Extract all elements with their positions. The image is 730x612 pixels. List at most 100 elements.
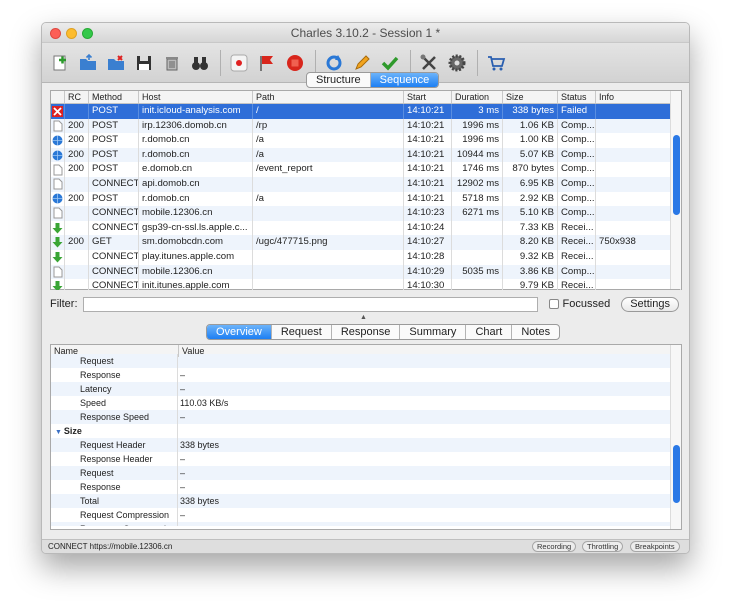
- cell-status: Comp...: [558, 176, 596, 192]
- sequence-table: RC Method Host Path Start Duration Size …: [50, 90, 682, 290]
- table-row[interactable]: POST init.icloud-analysis.com/14:10:21 3 m…: [51, 104, 681, 119]
- col-size[interactable]: Size: [503, 91, 558, 103]
- cell-host: play.itunes.apple.com: [139, 249, 253, 265]
- cell-start: 14:10:21: [404, 118, 452, 134]
- cell-path: [253, 279, 404, 290]
- disclosure-triangle-icon[interactable]: ▼: [55, 429, 64, 436]
- cell-host: init.icloud-analysis.com: [139, 104, 253, 119]
- col-method[interactable]: Method: [89, 91, 139, 103]
- overview-row[interactable]: Speed 110.03 KB/s: [51, 396, 681, 410]
- table-row[interactable]: 200 POST e.domob.cn/event_report 14:10:21 17…: [51, 162, 681, 177]
- recording-button[interactable]: Recording: [532, 541, 577, 552]
- table-row[interactable]: CONNECT play.itunes.apple.com 14:10:28 9.32…: [51, 249, 681, 265]
- cell-start: 14:10:27: [404, 235, 452, 250]
- cell-start: 14:10:21: [404, 191, 452, 207]
- filter-input[interactable]: [82, 296, 538, 312]
- cell-method: POST: [89, 162, 139, 177]
- table-row[interactable]: 200 POST r.domob.cn/a 14:10:21 10944 ms 5.07 …: [51, 147, 681, 163]
- col-start[interactable]: Start: [404, 91, 452, 103]
- overview-row[interactable]: Response –: [51, 480, 681, 494]
- repeat-icon[interactable]: [322, 51, 346, 75]
- col-rc[interactable]: RC: [65, 91, 89, 103]
- overview-value: [178, 354, 681, 368]
- cell-info: [596, 147, 681, 163]
- edit-pencil-icon[interactable]: [350, 51, 374, 75]
- cell-status: Comp...: [558, 206, 596, 221]
- cell-start: 14:10:21: [404, 176, 452, 192]
- table-row[interactable]: 200 POST r.domob.cn/a 14:10:21 1996 ms 1.00 K…: [51, 133, 681, 148]
- overview-scrollbar[interactable]: [670, 345, 681, 529]
- splitter-handle[interactable]: ▲: [360, 314, 367, 321]
- record-icon[interactable]: [227, 51, 251, 75]
- overview-row[interactable]: Total 338 bytes: [51, 494, 681, 508]
- cell-rc: 200: [65, 118, 89, 134]
- settings-button[interactable]: Settings: [621, 296, 679, 312]
- overview-name: Total: [80, 496, 100, 506]
- tab-request[interactable]: Request: [272, 325, 332, 339]
- overview-row[interactable]: Latency –: [51, 382, 681, 396]
- table-header: RC Method Host Path Start Duration Size …: [51, 91, 681, 104]
- cell-size: 8.20 KB: [503, 235, 558, 250]
- overview-value: –: [180, 370, 186, 380]
- table-row[interactable]: 200 POST irp.12306.domob.cn/rp 14:10:21 1996…: [51, 118, 681, 134]
- shopping-cart-icon[interactable]: [484, 51, 508, 75]
- overview-scroll-thumb[interactable]: [673, 445, 680, 503]
- document-icon: [51, 264, 65, 280]
- throttle-flag-icon[interactable]: [255, 51, 279, 75]
- col-info[interactable]: Info: [596, 91, 681, 103]
- col-path[interactable]: Path: [253, 91, 404, 103]
- overview-row[interactable]: Response –: [51, 368, 681, 382]
- table-row[interactable]: CONNECT mobile.12306.cn 14:10:29 5035 ms 3.8…: [51, 264, 681, 280]
- tab-notes[interactable]: Notes: [512, 325, 559, 339]
- detail-tab-group: Overview Request Response Summary Chart Notes: [206, 324, 561, 340]
- tab-overview[interactable]: Overview: [207, 325, 272, 339]
- download-arrow-icon: [51, 220, 65, 236]
- overview-row[interactable]: ▼ Size: [51, 424, 681, 438]
- cell-duration: 1996 ms: [452, 118, 503, 134]
- overview-row[interactable]: Request Header 338 bytes: [51, 438, 681, 452]
- breakpoints-button[interactable]: Breakpoints: [630, 541, 680, 552]
- focussed-checkbox[interactable]: [548, 299, 559, 309]
- table-scrollbar[interactable]: [670, 91, 681, 289]
- cell-duration: 3 ms: [452, 104, 503, 119]
- validate-check-icon[interactable]: [378, 51, 402, 75]
- tab-chart[interactable]: Chart: [466, 325, 513, 339]
- binoculars-icon[interactable]: [188, 51, 212, 75]
- tab-sequence[interactable]: Sequence: [370, 73, 439, 87]
- col-status[interactable]: Status: [558, 91, 596, 103]
- tab-summary[interactable]: Summary: [400, 325, 467, 339]
- col-duration[interactable]: Duration: [452, 91, 503, 103]
- table-row[interactable]: CONNECT api.domob.cn 14:10:21 12902 ms 6.95 …: [51, 176, 681, 192]
- tab-response[interactable]: Response: [332, 325, 401, 339]
- cell-start: 14:10:30: [404, 279, 452, 290]
- overview-name: Response Speed: [80, 412, 150, 422]
- throttling-button[interactable]: Throttling: [582, 541, 624, 552]
- overview-row[interactable]: Response Compression–: [51, 522, 681, 526]
- cell-info: [596, 279, 681, 290]
- table-row[interactable]: CONNECT init.itunes.apple.com 14:10:30 9.79…: [51, 279, 681, 290]
- trash-icon[interactable]: [160, 51, 184, 75]
- table-row[interactable]: CONNECT gsp39-cn-ssl.ls.apple.c... 14:10:2…: [51, 220, 681, 236]
- overview-name: Response Compression: [80, 524, 176, 526]
- stop-icon[interactable]: [283, 51, 307, 75]
- col-host[interactable]: Host: [139, 91, 253, 103]
- table-row[interactable]: 200 GET sm.domobcdn.com/ugc/477715.png 14:1…: [51, 235, 681, 250]
- overview-row[interactable]: Request Compression –: [51, 508, 681, 522]
- tab-structure[interactable]: Structure: [307, 73, 371, 87]
- table-row[interactable]: CONNECT mobile.12306.cn 14:10:23 6271 ms 5.1…: [51, 206, 681, 221]
- overview-panel: Name Value Request Response – Latency – Speed…: [50, 344, 682, 530]
- save-icon[interactable]: [132, 51, 156, 75]
- overview-row[interactable]: Response Speed –: [51, 410, 681, 424]
- tools-icon[interactable]: [417, 51, 441, 75]
- table-scroll-thumb[interactable]: [673, 135, 680, 215]
- close-session-icon[interactable]: [104, 51, 128, 75]
- settings-gear-icon[interactable]: [445, 51, 469, 75]
- table-row[interactable]: 200 POST r.domob.cn/a 14:10:21 5718 ms 2.92 K…: [51, 191, 681, 207]
- new-session-icon[interactable]: [48, 51, 72, 75]
- overview-value: –: [180, 454, 186, 464]
- open-session-icon[interactable]: [76, 51, 100, 75]
- cell-path: [253, 249, 404, 265]
- overview-row[interactable]: Request –: [51, 466, 681, 480]
- overview-row[interactable]: Response Header –: [51, 452, 681, 466]
- overview-row[interactable]: Request: [51, 354, 681, 368]
